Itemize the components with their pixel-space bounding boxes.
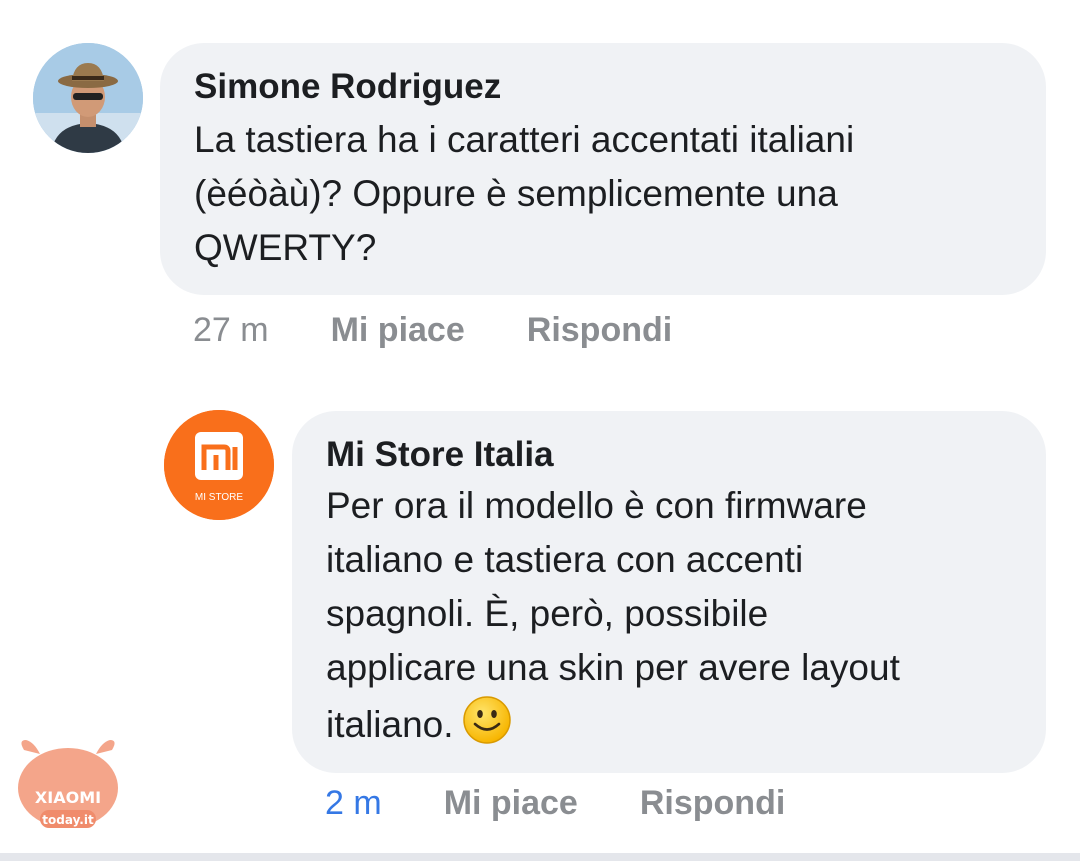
- like-button[interactable]: Mi piace: [444, 783, 578, 823]
- comment-text: Per ora il modello è con firmware italia…: [326, 479, 1016, 752]
- comment-author[interactable]: Simone Rodriguez: [194, 65, 1016, 109]
- xiaomitoday-watermark-logo: XIAOMI today.it: [18, 740, 118, 828]
- watermark-brand: XIAOMI: [35, 788, 101, 807]
- comment-bubble: Mi Store Italia Per ora il modello è con…: [292, 411, 1046, 773]
- profile-photo-icon: [33, 43, 143, 153]
- reply-button[interactable]: Rispondi: [640, 783, 785, 823]
- watermark-site: today.it: [42, 813, 94, 827]
- mi-logo-icon: MI STORE: [164, 410, 274, 520]
- reply-button[interactable]: Rispondi: [527, 310, 672, 350]
- comment-bubble: Simone Rodriguez La tastiera ha i caratt…: [160, 43, 1046, 295]
- comment-text: La tastiera ha i caratteri accentati ita…: [194, 119, 855, 268]
- comment-actions: 27 m Mi piace Rispondi: [193, 310, 734, 350]
- like-button[interactable]: Mi piace: [331, 310, 465, 350]
- avatar-simone[interactable]: [33, 43, 143, 153]
- comment-actions: 2 m Mi piace Rispondi: [325, 783, 847, 823]
- comment-author[interactable]: Mi Store Italia: [326, 433, 1016, 477]
- comment-text-body: Per ora il modello è con firmware italia…: [326, 485, 900, 745]
- mi-store-avatar-label: MI STORE: [195, 492, 243, 503]
- comment-timestamp[interactable]: 27 m: [193, 310, 269, 350]
- smiling-face-icon: [462, 696, 511, 744]
- bottom-divider: [0, 853, 1080, 861]
- comment-timestamp[interactable]: 2 m: [325, 783, 382, 823]
- avatar-mi-store[interactable]: MI STORE: [164, 410, 274, 520]
